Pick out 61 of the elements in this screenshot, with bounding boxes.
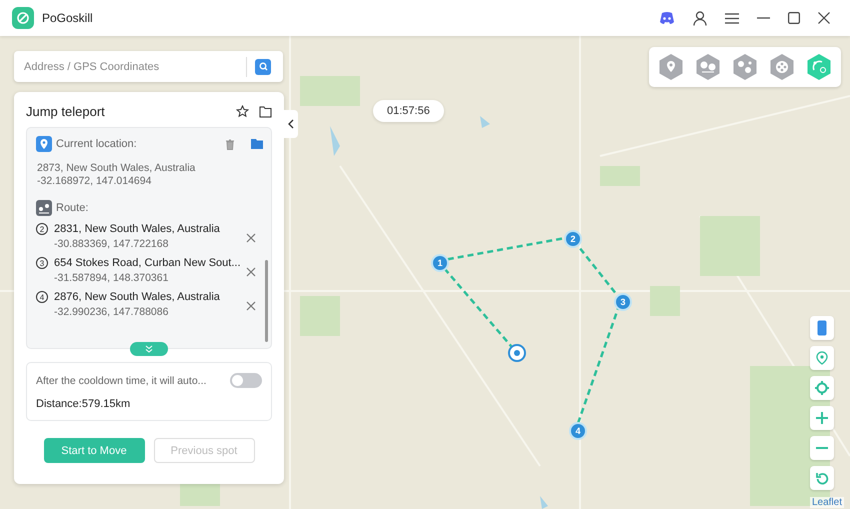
stop-number: 4 bbox=[36, 291, 48, 303]
stop-address: 2876, New South Wales, Australia bbox=[54, 291, 221, 303]
stop-coordinates: -30.883369, 147.722168 bbox=[54, 238, 170, 250]
current-address: 2873, New South Wales, Australia -32.168972, 147.014694 bbox=[37, 162, 196, 188]
search-bar[interactable]: Address / GPS Coordinates bbox=[14, 51, 283, 82]
route-icon bbox=[36, 200, 52, 216]
collapse-button[interactable] bbox=[284, 110, 298, 138]
stop-number: 2 bbox=[36, 223, 48, 235]
attribution-link[interactable]: Leaflet bbox=[810, 497, 844, 508]
phone-button[interactable] bbox=[810, 316, 834, 340]
remove-stop-button[interactable] bbox=[245, 264, 257, 276]
stop-coordinates: -32.990236, 147.788086 bbox=[54, 306, 170, 318]
trash-icon[interactable] bbox=[225, 138, 235, 150]
maximize-icon[interactable] bbox=[788, 12, 800, 24]
remove-stop-button[interactable] bbox=[245, 298, 257, 310]
mode-button[interactable] bbox=[768, 53, 796, 81]
auto-move-text: After the cooldown time, it will auto... bbox=[36, 374, 208, 386]
pin-button[interactable] bbox=[810, 346, 834, 370]
crosshair-icon bbox=[815, 381, 829, 395]
double-chevron-down-icon bbox=[145, 345, 153, 353]
auto-move-toggle[interactable] bbox=[230, 373, 262, 388]
chat-icon[interactable] bbox=[659, 12, 675, 24]
search-icon bbox=[258, 62, 268, 71]
cooldown-timer: 01:57:56 bbox=[373, 100, 444, 122]
zoom-in-button[interactable] bbox=[810, 406, 834, 430]
minimize-icon[interactable] bbox=[757, 17, 770, 19]
folder-icon[interactable] bbox=[259, 106, 272, 118]
plus-icon bbox=[816, 412, 828, 424]
mode-button[interactable] bbox=[657, 53, 685, 81]
expand-button[interactable] bbox=[130, 342, 168, 356]
zoom-out-button[interactable] bbox=[810, 436, 834, 460]
close-icon[interactable] bbox=[818, 12, 830, 24]
menu-icon[interactable] bbox=[725, 12, 739, 24]
app-logo-icon bbox=[12, 7, 34, 29]
mode-button[interactable] bbox=[694, 53, 722, 81]
panel-title: Jump teleport bbox=[26, 104, 106, 119]
search-button[interactable] bbox=[255, 58, 271, 74]
stop-number: 3 bbox=[36, 257, 48, 269]
reset-button[interactable] bbox=[810, 466, 834, 490]
refresh-icon bbox=[816, 472, 828, 484]
stop-coordinates: -31.587894, 148.370361 bbox=[54, 272, 170, 284]
minus-icon bbox=[816, 447, 828, 449]
current-location-label: Current location: bbox=[56, 138, 138, 150]
phone-icon bbox=[817, 320, 827, 336]
start-button[interactable]: Start to Move bbox=[44, 438, 144, 463]
chevron-left-icon bbox=[288, 119, 294, 129]
remove-stop-button[interactable] bbox=[245, 230, 257, 242]
mode-button[interactable] bbox=[731, 53, 759, 81]
search-field[interactable]: Address / GPS Coordinates bbox=[14, 60, 246, 72]
distance-text: Distance:579.15km bbox=[36, 398, 132, 410]
location-pin-icon bbox=[36, 136, 52, 152]
star-icon[interactable] bbox=[236, 105, 249, 118]
route-label: Route: bbox=[56, 202, 90, 214]
mode-button[interactable] bbox=[805, 53, 833, 81]
user-icon[interactable] bbox=[693, 10, 707, 26]
pin-icon bbox=[815, 351, 829, 365]
stop-address: 2831, New South Wales, Australia bbox=[54, 223, 221, 235]
app-name: PoGoskill bbox=[42, 11, 94, 25]
locate-button[interactable] bbox=[810, 376, 834, 400]
current-location-icon bbox=[508, 344, 526, 362]
stop-address: 654 Stokes Road, Curban New Sout... bbox=[54, 257, 242, 269]
